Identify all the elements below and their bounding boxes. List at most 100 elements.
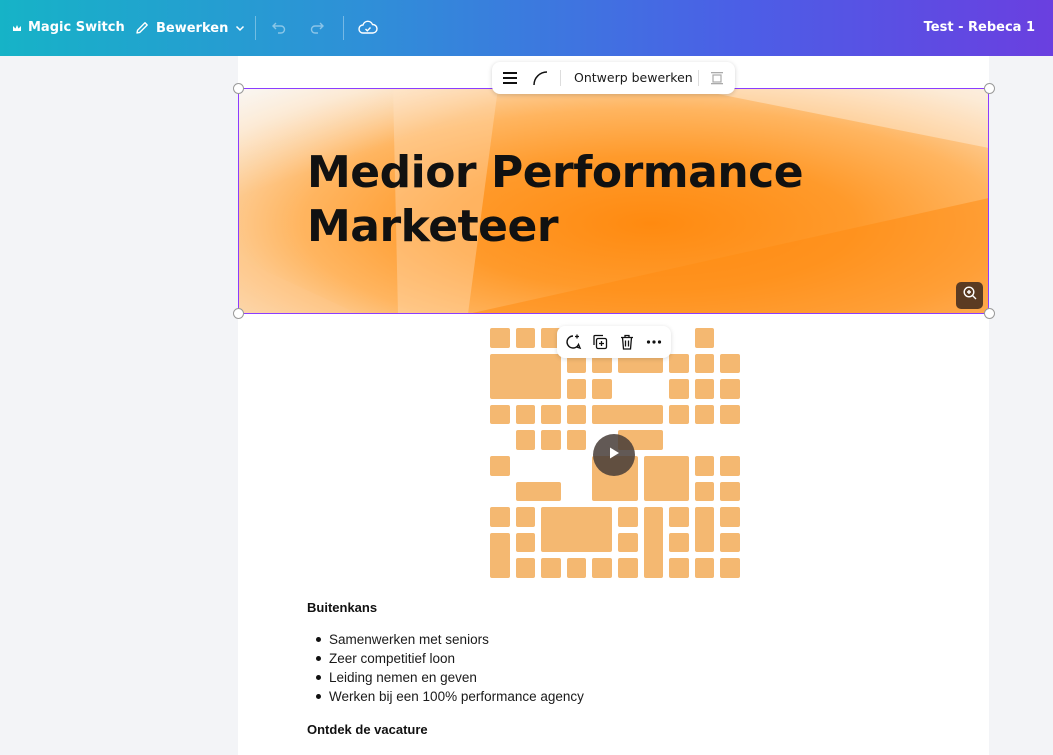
top-bar: Magic Switch Bewerken Test - Rebeca 1 (0, 0, 1053, 56)
trash-icon[interactable] (618, 333, 636, 356)
grid-tile (720, 353, 740, 374)
grid-tile (694, 328, 715, 348)
edit-menu-label: Bewerken (156, 20, 229, 36)
edit-menu-button[interactable]: Bewerken (134, 20, 246, 36)
resize-handle-top-left[interactable] (233, 83, 244, 94)
grid-tile (592, 404, 664, 425)
grid-tile (669, 404, 689, 425)
resize-handle-bottom-left[interactable] (233, 308, 244, 319)
magic-switch-label: Magic Switch (28, 20, 125, 35)
grid-tile (490, 532, 510, 578)
toolbar-divider (560, 70, 561, 86)
comment-add-icon[interactable] (564, 333, 582, 356)
redo-icon (309, 20, 325, 36)
grid-tile (694, 507, 715, 553)
grid-tile (566, 379, 587, 399)
chevron-down-icon (234, 22, 246, 34)
grid-tile (694, 353, 715, 374)
project-title-label: Test - Rebeca 1 (923, 20, 1035, 35)
grid-tile (720, 558, 740, 578)
section-heading-buitenkans[interactable]: Buitenkans (307, 600, 377, 615)
grid-tile (720, 456, 740, 476)
grid-tile (643, 456, 689, 502)
play-button[interactable] (593, 434, 635, 476)
grid-tile (515, 481, 561, 502)
grid-tile (669, 558, 689, 578)
grid-tile (592, 379, 612, 399)
play-icon (607, 446, 621, 465)
list-item: Werken bij een 100% performance agency (313, 687, 584, 706)
grid-tile (694, 404, 715, 425)
list-item: Samenwerken met seniors (313, 630, 584, 649)
resize-handle-bottom-right[interactable] (984, 308, 995, 319)
toolbar-divider (255, 16, 256, 40)
grid-tile (515, 532, 536, 553)
list-item: Zeer competitief loon (313, 649, 584, 668)
save-status-button[interactable] (358, 19, 378, 37)
list-item: Leiding nemen en geven (313, 668, 584, 687)
corner-radius-icon[interactable] (532, 70, 548, 89)
crown-icon (12, 23, 22, 33)
grid-tile (515, 507, 536, 527)
grid-tile (541, 430, 561, 450)
grid-tile (618, 558, 638, 578)
grid-tile (566, 404, 587, 425)
grid-tile (669, 353, 689, 374)
banner-title-line2: Marketeer (307, 201, 559, 252)
grid-tile (515, 558, 536, 578)
grid-tile (669, 532, 689, 553)
zoom-in-button[interactable] (956, 282, 983, 309)
grid-tile (541, 558, 561, 578)
toolbar-divider (343, 16, 344, 40)
grid-tile (669, 379, 689, 399)
align-icon[interactable] (501, 70, 519, 89)
grid-tile (618, 507, 638, 527)
grid-tile (541, 507, 612, 553)
duplicate-icon[interactable] (591, 333, 609, 356)
canvas-area: Medior Performance Marketeer Ontwerp bew… (0, 56, 1053, 755)
magic-switch-button[interactable]: Magic Switch (12, 20, 125, 35)
grid-tile (592, 558, 612, 578)
redo-button[interactable] (309, 20, 325, 36)
banner-title[interactable]: Medior Performance Marketeer (307, 146, 867, 254)
element-action-toolbar (557, 326, 671, 358)
grid-tile (515, 404, 536, 425)
banner-title-line1: Medior Performance (307, 147, 804, 198)
grid-tile (694, 481, 715, 502)
grid-tile (720, 379, 740, 399)
grid-tile (490, 353, 561, 399)
undo-icon (271, 20, 287, 36)
zoom-in-icon (962, 285, 978, 306)
grid-tile (566, 558, 587, 578)
grid-tile (490, 404, 510, 425)
toolbar-divider (698, 70, 699, 86)
section-heading-vacature[interactable]: Ontdek de vacature (307, 722, 428, 737)
grid-tile (490, 507, 510, 527)
project-title[interactable]: Test - Rebeca 1 (924, 20, 1035, 35)
grid-tile (515, 430, 536, 450)
element-floating-toolbar: Ontwerp bewerken (492, 62, 735, 94)
cloud-check-icon (358, 19, 378, 37)
grid-tile (694, 558, 715, 578)
grid-tile (720, 481, 740, 502)
grid-tile (643, 507, 664, 578)
bullet-list[interactable]: Samenwerken met seniors Zeer competitief… (313, 630, 584, 706)
more-options-icon[interactable] (645, 333, 663, 356)
grid-tile (720, 404, 740, 425)
edit-design-button[interactable]: Ontwerp bewerken (574, 70, 693, 85)
grid-tile (566, 430, 587, 450)
grid-tile (490, 456, 510, 476)
grid-tile (490, 328, 510, 348)
grid-tile (541, 404, 561, 425)
position-icon[interactable] (708, 70, 726, 89)
grid-tile (694, 456, 715, 476)
grid-tile (669, 507, 689, 527)
grid-tile (618, 532, 638, 553)
grid-tile (720, 507, 740, 527)
grid-tile (515, 328, 536, 348)
banner-element[interactable]: Medior Performance Marketeer (238, 88, 989, 314)
pencil-icon (134, 20, 150, 36)
grid-tile (694, 379, 715, 399)
resize-handle-top-right[interactable] (984, 83, 995, 94)
undo-button[interactable] (271, 20, 287, 36)
